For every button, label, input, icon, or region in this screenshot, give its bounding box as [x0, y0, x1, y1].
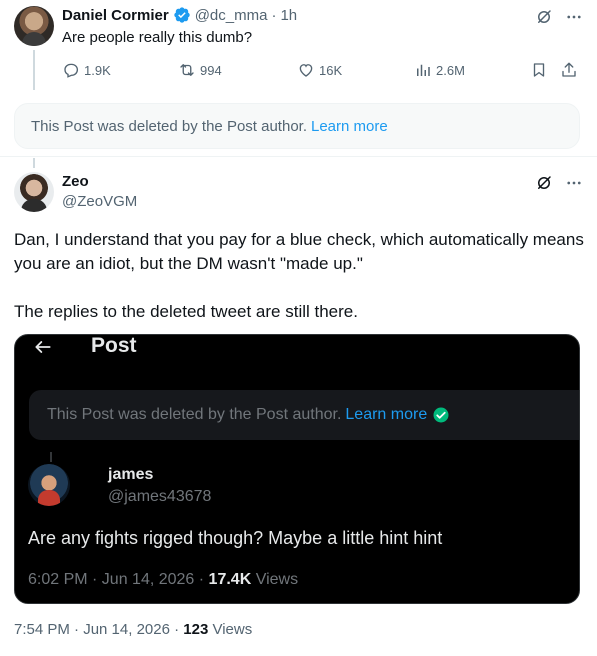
- reply-icon: [62, 61, 80, 79]
- parent-tweet-text: Are people really this dumb?: [62, 29, 253, 46]
- thread-connector: [33, 158, 35, 168]
- views-button[interactable]: 2.6M: [414, 61, 465, 79]
- embed-meta: 6:02 PM · Jun 14, 2026 · 17.4K Views: [28, 571, 298, 589]
- repost-button[interactable]: 994: [178, 61, 222, 79]
- embed-author-name: james: [108, 466, 154, 483]
- reply-author-name[interactable]: Zeo: [62, 173, 89, 190]
- like-count: 16K: [319, 62, 343, 78]
- deleted-post-notice: This Post was deleted by the Post author…: [14, 103, 580, 149]
- more-icon[interactable]: [565, 174, 583, 192]
- parent-action-bar: 1.9K 994 16K 2.6M: [62, 61, 582, 81]
- embed-views-count: 17.4K: [208, 571, 252, 588]
- reply-tweet-text: Dan, I understand that you pay for a blu…: [14, 228, 584, 324]
- separator-dot: ·: [271, 6, 277, 24]
- embed-timestamp: 6:02 PM · Jun 14, 2026 ·: [28, 571, 209, 588]
- embed-avatar: [28, 464, 70, 506]
- repost-icon: [178, 61, 196, 79]
- grok-icon[interactable]: [535, 8, 553, 26]
- verified-badge-icon: [173, 6, 191, 24]
- parent-header: Daniel Cormier @dc_mma · 1h: [62, 6, 297, 24]
- embed-page-title: Post: [91, 334, 137, 357]
- more-icon[interactable]: [565, 8, 583, 26]
- deleted-notice-text: This Post was deleted by the Post author…: [31, 117, 307, 135]
- views-count: 2.6M: [436, 62, 465, 78]
- reply-paragraph-1: Dan, I understand that you pay for a blu…: [14, 230, 584, 273]
- embed-learn-more: Learn more: [345, 406, 428, 423]
- views-icon: [414, 61, 432, 79]
- reply-views-count: 123: [183, 621, 209, 638]
- reply-button[interactable]: 1.9K: [62, 61, 111, 79]
- reply-avatar[interactable]: [14, 172, 54, 212]
- share-button[interactable]: [560, 61, 578, 79]
- parent-top-actions: [535, 8, 583, 26]
- reply-count: 1.9K: [84, 62, 111, 78]
- learn-more-link[interactable]: Learn more: [311, 118, 388, 135]
- reply-timestamp[interactable]: 7:54 PM · Jun 14, 2026 ·: [14, 621, 183, 638]
- share-icon: [560, 61, 578, 79]
- embed-deleted-text: This Post was deleted by the Post author…: [47, 406, 342, 423]
- parent-handle[interactable]: @dc_mma: [195, 7, 268, 24]
- like-button[interactable]: 16K: [297, 61, 342, 79]
- check-circle-icon: [432, 406, 450, 424]
- thread-line: [33, 50, 35, 90]
- bookmark-icon: [530, 61, 548, 79]
- back-arrow-icon: [33, 337, 53, 357]
- reply-top-actions: [535, 174, 583, 192]
- reply-views-label: Views: [208, 621, 253, 638]
- grok-icon[interactable]: [535, 174, 553, 192]
- repost-count: 994: [200, 62, 222, 78]
- embed-tweet-text: Are any fights rigged though? Maybe a li…: [28, 528, 443, 548]
- reply-meta: 7:54 PM · Jun 14, 2026 · 123 Views: [14, 621, 252, 638]
- embed-thread-connector: [50, 452, 52, 462]
- bookmark-button[interactable]: [530, 61, 548, 79]
- parent-timestamp[interactable]: 1h: [280, 7, 297, 24]
- embed-deleted-notice: This Post was deleted by the Post author…: [29, 390, 579, 440]
- reply-handle[interactable]: @ZeoVGM: [62, 193, 137, 210]
- embed-views-label: Views: [251, 571, 299, 588]
- parent-avatar[interactable]: [14, 6, 54, 46]
- parent-author-name[interactable]: Daniel Cormier: [62, 7, 169, 24]
- divider: [0, 156, 597, 157]
- like-icon: [297, 61, 315, 79]
- reply-paragraph-2: The replies to the deleted tweet are sti…: [14, 302, 358, 321]
- embed-handle: @james43678: [108, 488, 212, 505]
- attached-image[interactable]: Post This Post was deleted by the Post a…: [14, 334, 580, 604]
